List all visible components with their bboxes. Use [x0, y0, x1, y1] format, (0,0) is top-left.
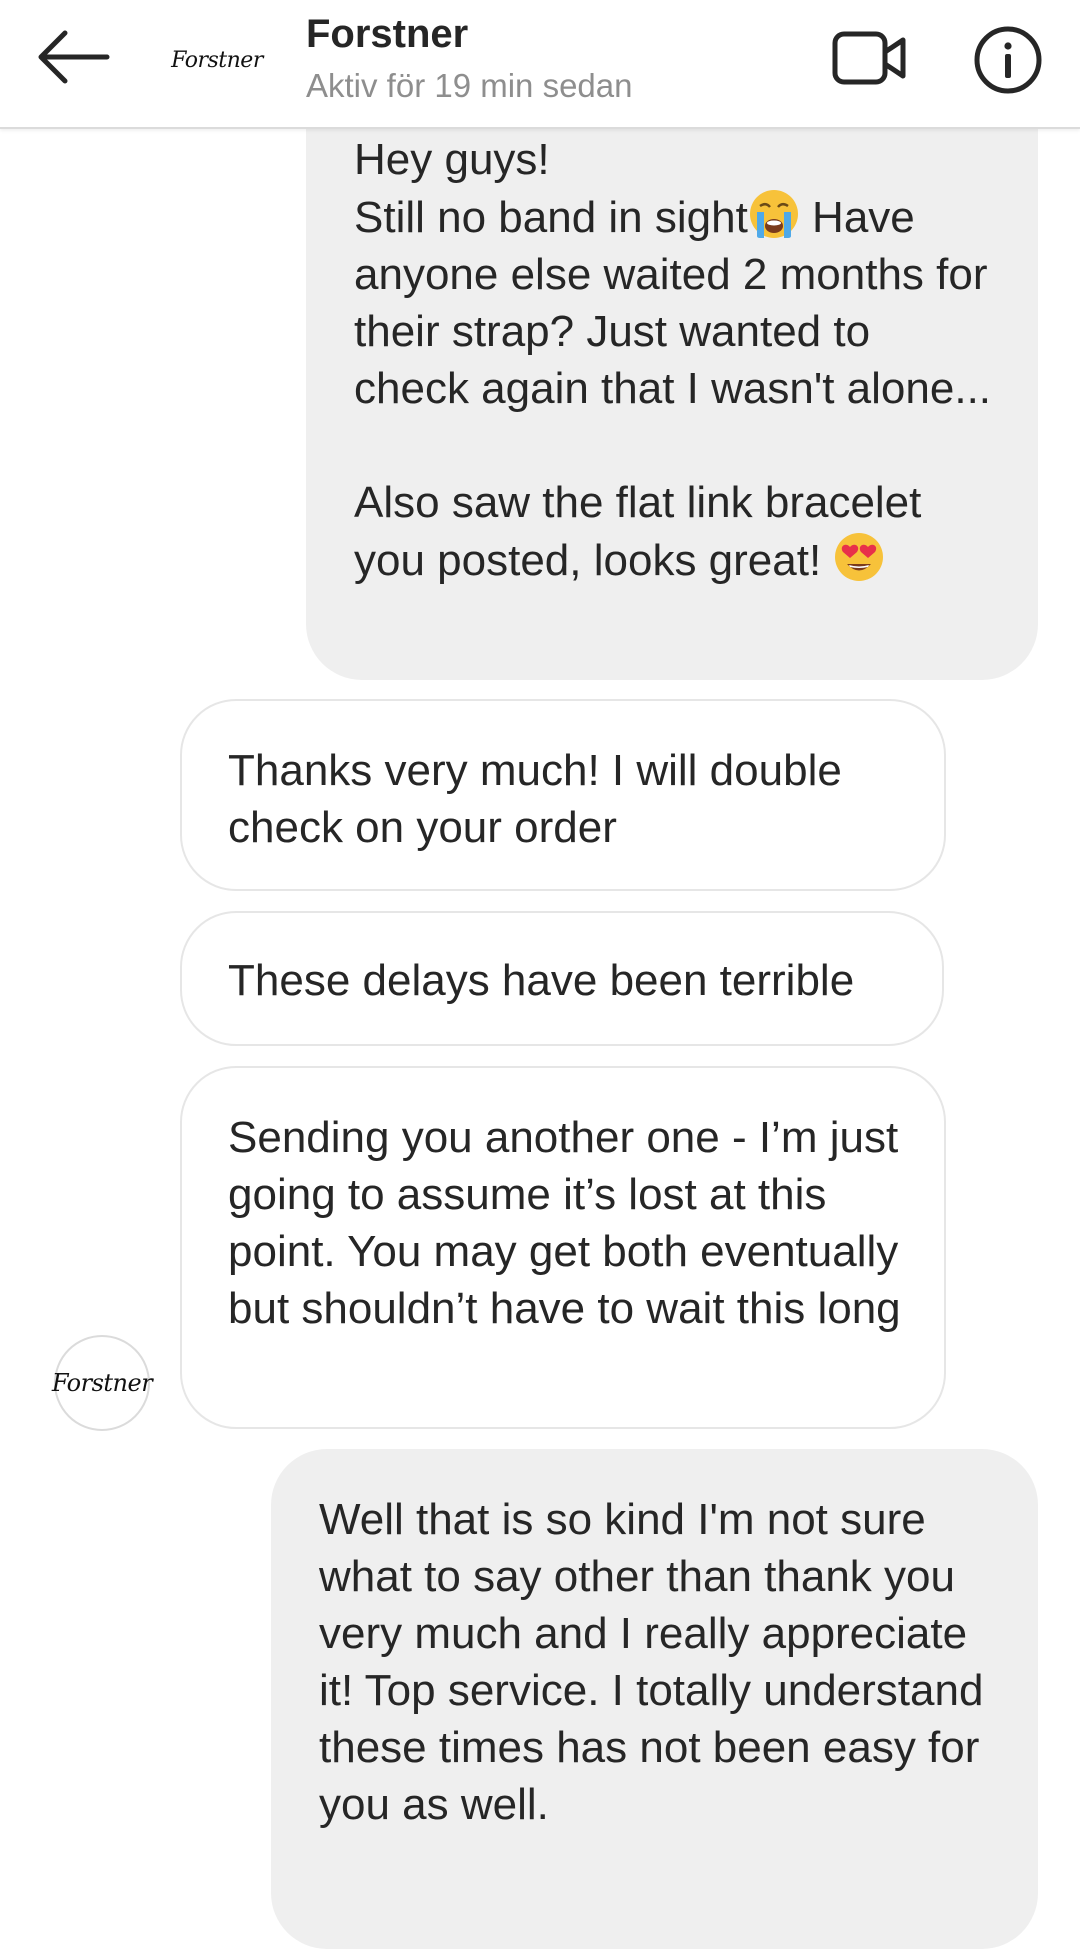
message-outgoing[interactable]: Well that is so kind I'm not sure what t… — [271, 1449, 1038, 1949]
sender-avatar[interactable]: Forstner — [51, 1335, 153, 1431]
arrow-left-icon — [38, 30, 110, 84]
sender-avatar-logo: Forstner — [51, 1369, 153, 1397]
heart-eyes-emoji-icon — [835, 533, 884, 581]
message-incoming[interactable]: These delays have been terrible — [180, 911, 944, 1046]
message-text-continued: Have anyone else waited 2 months for the… — [354, 193, 992, 585]
message-thread: Hey guys! Still no band in sight Have an… — [0, 0, 1080, 1949]
message-text: Sending you another one - I’m just going… — [228, 1113, 901, 1333]
contact-avatar[interactable]: Forstner — [171, 15, 263, 105]
info-button[interactable] — [970, 22, 1046, 98]
contact-avatar-logo: Forstner — [171, 47, 263, 73]
video-call-button[interactable] — [828, 22, 910, 94]
back-button[interactable] — [28, 20, 118, 94]
message-incoming[interactable]: Sending you another one - I’m just going… — [180, 1066, 946, 1429]
message-text: These delays have been terrible — [228, 956, 855, 1005]
contact-name[interactable]: Forstner — [306, 10, 468, 58]
message-incoming[interactable]: Thanks very much! I will double check on… — [180, 699, 946, 891]
message-text: Well that is so kind I'm not sure what t… — [319, 1495, 984, 1829]
crying-face-emoji-icon — [749, 190, 798, 238]
message-text: Thanks very much! I will double check on… — [228, 746, 842, 852]
chat-header: Forstner Forstner Aktiv för 19 min sedan — [0, 0, 1080, 129]
message-text: Hey guys! Still no band in sight — [354, 135, 748, 242]
active-status: Aktiv för 19 min sedan — [306, 67, 633, 104]
video-camera-icon — [832, 31, 906, 85]
info-circle-icon — [974, 26, 1042, 94]
message-outgoing[interactable]: Hey guys! Still no band in sight Have an… — [306, 90, 1038, 680]
